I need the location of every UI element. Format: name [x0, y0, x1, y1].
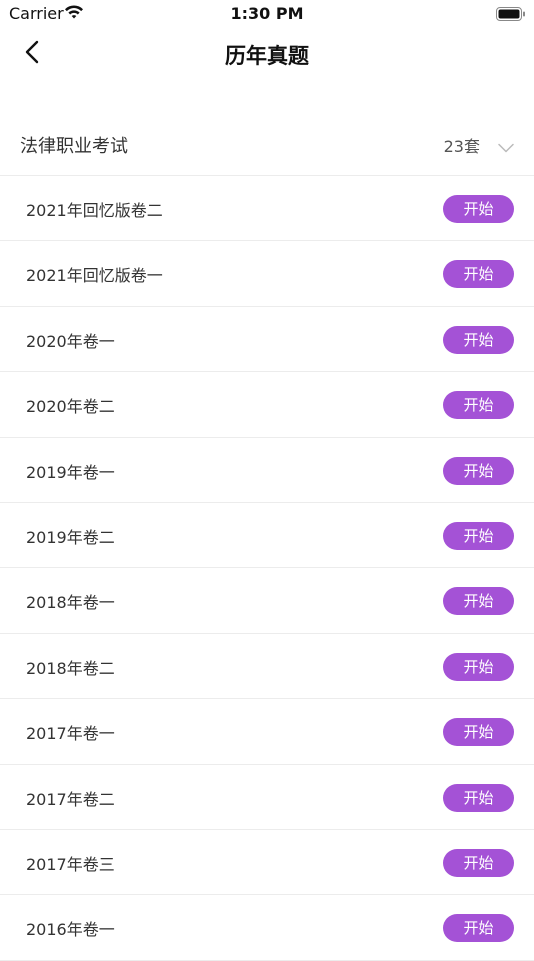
- start-button[interactable]: 开始: [443, 914, 514, 943]
- start-button[interactable]: 开始: [443, 783, 514, 812]
- list-item[interactable]: 2017年卷二 开始: [0, 765, 534, 830]
- item-title: 2017年卷二: [26, 789, 115, 809]
- list-item[interactable]: 2021年回忆版卷二 开始: [0, 176, 534, 242]
- list-item[interactable]: 2021年回忆版卷一 开始: [0, 241, 534, 307]
- list-item[interactable]: 2018年卷一 开始: [0, 568, 534, 634]
- item-title: 2021年回忆版卷一: [26, 266, 163, 286]
- item-title: 2019年卷一: [26, 462, 115, 482]
- start-button[interactable]: 开始: [443, 848, 514, 877]
- item-title: 2017年卷一: [26, 724, 115, 744]
- chevron-down-icon: [498, 138, 514, 153]
- list-item[interactable]: 2017年卷一 开始: [0, 699, 534, 765]
- start-button[interactable]: 开始: [443, 521, 514, 550]
- start-button[interactable]: 开始: [443, 718, 514, 747]
- start-button[interactable]: 开始: [443, 456, 514, 485]
- list-item[interactable]: 2020年卷二 开始: [0, 372, 534, 438]
- exam-list: 2021年回忆版卷二 开始 2021年回忆版卷一 开始 2020年卷一 开始 2…: [0, 176, 534, 961]
- list-item[interactable]: 2020年卷一 开始: [0, 307, 534, 373]
- list-item[interactable]: 2017年卷三 开始: [0, 830, 534, 896]
- item-title: 2017年卷三: [26, 854, 115, 874]
- item-title: 2019年卷二: [26, 527, 115, 547]
- status-time: 1:30 PM: [230, 4, 304, 23]
- start-button[interactable]: 开始: [443, 652, 514, 681]
- start-button[interactable]: 开始: [443, 391, 514, 420]
- status-bar: Carrier 1:30 PM: [0, 0, 534, 30]
- start-button[interactable]: 开始: [443, 260, 514, 289]
- start-button[interactable]: 开始: [443, 325, 514, 354]
- start-button[interactable]: 开始: [443, 195, 514, 223]
- list-item[interactable]: 2018年卷二 开始: [0, 634, 534, 700]
- item-title: 2018年卷一: [26, 593, 115, 613]
- item-title: 2018年卷二: [26, 658, 115, 678]
- category-count: 23套: [443, 137, 480, 156]
- category-name: 法律职业考试: [20, 136, 128, 157]
- list-item[interactable]: 2019年卷一 开始: [0, 438, 534, 503]
- list-item[interactable]: 2019年卷二 开始: [0, 503, 534, 569]
- item-title: 2016年卷一: [26, 920, 115, 940]
- item-title: 2020年卷二: [26, 397, 115, 417]
- item-title: 2020年卷一: [26, 331, 115, 351]
- page-title: 历年真题: [225, 44, 309, 68]
- item-title: 2021年回忆版卷二: [26, 201, 163, 220]
- start-button[interactable]: 开始: [443, 587, 514, 616]
- nav-bar: 历年真题: [0, 30, 534, 78]
- category-selector[interactable]: 法律职业考试 23套: [0, 112, 534, 176]
- battery-icon: [496, 6, 526, 21]
- list-item[interactable]: 2016年卷一 开始: [0, 895, 534, 961]
